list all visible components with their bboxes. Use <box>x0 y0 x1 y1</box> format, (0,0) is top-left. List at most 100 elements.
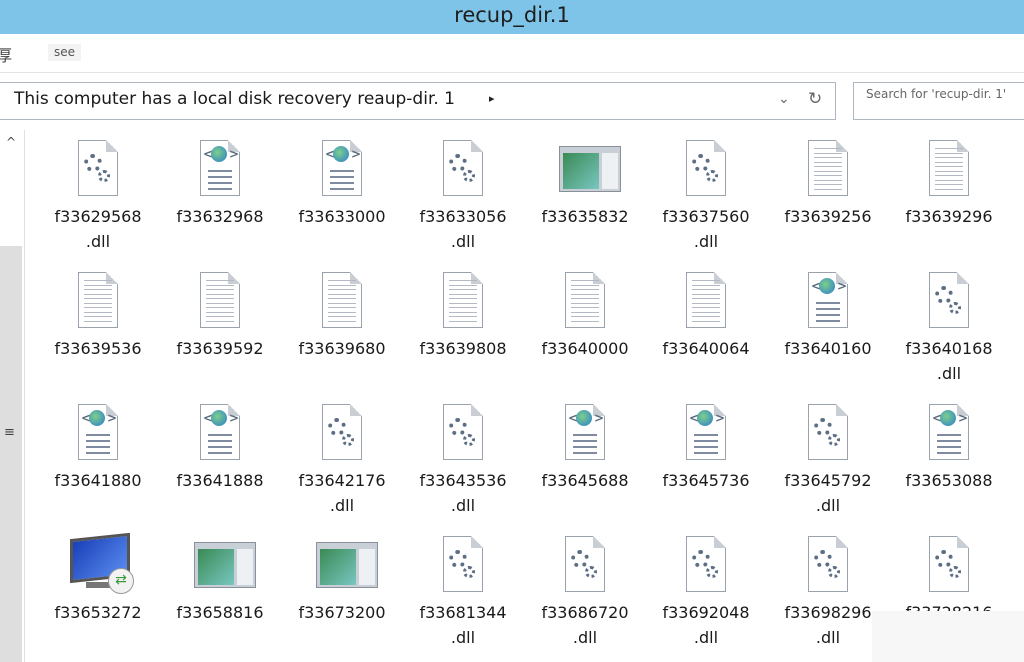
file-name-text: f33629568 <box>54 207 142 226</box>
grip-icon[interactable]: ≡ <box>4 425 15 440</box>
overlay-patch <box>872 611 1024 662</box>
file-name: f33640064 <box>651 336 761 361</box>
icon-part <box>206 293 234 295</box>
file-item[interactable]: < > f33641888 <box>165 402 275 493</box>
dll-gear-icon <box>800 402 856 466</box>
icon-part <box>935 148 963 149</box>
icon-part <box>814 550 832 568</box>
icon-part <box>692 302 720 304</box>
icon-part <box>937 434 961 436</box>
file-item[interactable]: f33629568 .dll <box>43 138 153 254</box>
file-name-text: f33645688 <box>541 471 629 490</box>
icon-part <box>816 314 840 316</box>
file-item[interactable]: < > f33640160 <box>773 270 883 361</box>
file-item[interactable]: < > f33653088 <box>894 402 1004 493</box>
file-item[interactable]: f33633056 .dll <box>408 138 518 254</box>
address-path[interactable]: This computer has a local disk recovery … <box>14 89 455 109</box>
file-name-text: f33639536 <box>54 339 142 358</box>
file-item[interactable]: f33698296 .dll <box>773 534 883 650</box>
icon-part <box>84 320 112 322</box>
file-item[interactable]: f33639296 <box>894 138 1004 229</box>
file-item[interactable]: f33681344 .dll <box>408 534 518 650</box>
file-name-text: f33639256 <box>784 207 872 226</box>
breadcrumb-arrow-icon[interactable]: ▸ <box>489 92 495 105</box>
html-doc-icon: < > <box>314 138 370 202</box>
icon-part <box>86 446 110 448</box>
icon-part <box>237 549 253 585</box>
icon-part <box>692 550 710 568</box>
file-item[interactable]: f33637560 .dll <box>651 138 761 254</box>
file-item[interactable]: < > f33633000 <box>287 138 397 229</box>
icon-part <box>694 434 718 436</box>
search-input[interactable]: Search for 'recup-dir. 1' <box>866 87 1006 101</box>
file-item[interactable]: f33640168 .dll <box>894 270 1004 386</box>
file-item[interactable]: ⇄ f33653272 <box>43 532 153 625</box>
file-name-text: f33639296 <box>905 207 993 226</box>
icon-part <box>816 302 840 304</box>
file-extension: .dll <box>450 232 476 251</box>
scroll-up-icon[interactable]: ^ <box>2 132 20 152</box>
icon-part <box>328 284 356 286</box>
file-name: f33681344 .dll <box>408 600 518 650</box>
icon-part: > <box>351 147 362 161</box>
icon-part <box>576 410 592 426</box>
icon-part <box>814 170 842 172</box>
window-title: recup_dir.1 <box>454 3 570 27</box>
file-item[interactable]: < > f33632968 <box>165 138 275 229</box>
chevron-down-icon[interactable]: ⌄ <box>778 91 790 107</box>
file-name-text: f33639680 <box>298 339 386 358</box>
remote-desktop-icon: ⇄ <box>70 532 134 598</box>
dll-gear-icon <box>921 534 977 598</box>
icon-part <box>208 446 232 448</box>
icon-part: > <box>715 411 726 425</box>
scrollbar-thumb[interactable] <box>0 246 22 662</box>
icon-part <box>563 153 599 189</box>
file-item[interactable]: f33640000 <box>530 270 640 361</box>
file-item[interactable]: f33639592 <box>165 270 275 361</box>
file-item[interactable]: f33640064 <box>651 270 761 361</box>
icon-part <box>571 293 599 295</box>
file-item[interactable]: f33643536 .dll <box>408 402 518 518</box>
file-item[interactable]: < > f33641880 <box>43 402 153 493</box>
dll-gear-icon <box>70 138 126 202</box>
icon-part <box>449 316 477 317</box>
address-bar[interactable]: This computer has a local disk recovery … <box>0 82 836 120</box>
file-item[interactable]: f33645792 .dll <box>773 402 883 518</box>
file-item[interactable]: f33692048 .dll <box>651 534 761 650</box>
file-item[interactable]: f33635832 <box>530 138 640 229</box>
icon-part <box>935 550 953 568</box>
file-item[interactable]: f33639536 <box>43 270 153 361</box>
icon-part <box>814 184 842 185</box>
file-name: f33641880 <box>43 468 153 493</box>
file-item[interactable]: < > f33645688 <box>530 402 640 493</box>
search-box[interactable]: Search for 'recup-dir. 1' <box>853 82 1024 120</box>
file-item[interactable]: f33658816 <box>165 534 275 625</box>
icon-part <box>819 278 835 294</box>
ribbon-edge-label[interactable]: 厚 <box>0 42 12 66</box>
icon-part <box>692 289 720 290</box>
icon-part <box>328 418 346 436</box>
file-item[interactable]: f33642176 .dll <box>287 402 397 518</box>
icon-part <box>208 188 232 190</box>
icon-part <box>935 175 963 176</box>
file-item[interactable]: f33673200 <box>287 534 397 625</box>
file-item[interactable]: f33686720 .dll <box>530 534 640 650</box>
file-item[interactable]: f33639256 <box>773 138 883 229</box>
icon-part <box>206 302 234 304</box>
icon-part <box>449 302 477 304</box>
file-item[interactable]: f33639808 <box>408 270 518 361</box>
icon-part <box>84 311 112 313</box>
file-name-text: f33639808 <box>419 339 507 358</box>
file-name-text: f33681344 <box>419 603 507 622</box>
text-doc-icon <box>800 138 856 202</box>
icon-part <box>697 410 713 426</box>
html-doc-icon: < > <box>557 402 613 466</box>
file-item[interactable]: f33639680 <box>287 270 397 361</box>
icon-part <box>935 179 963 181</box>
file-item[interactable]: < > f33645736 <box>651 402 761 493</box>
tab-see[interactable]: see <box>48 44 82 61</box>
refresh-icon[interactable]: ↻ <box>808 89 822 109</box>
file-name-text: f33645792 <box>784 471 872 490</box>
icon-part <box>208 452 232 454</box>
file-name: f33686720 .dll <box>530 600 640 650</box>
